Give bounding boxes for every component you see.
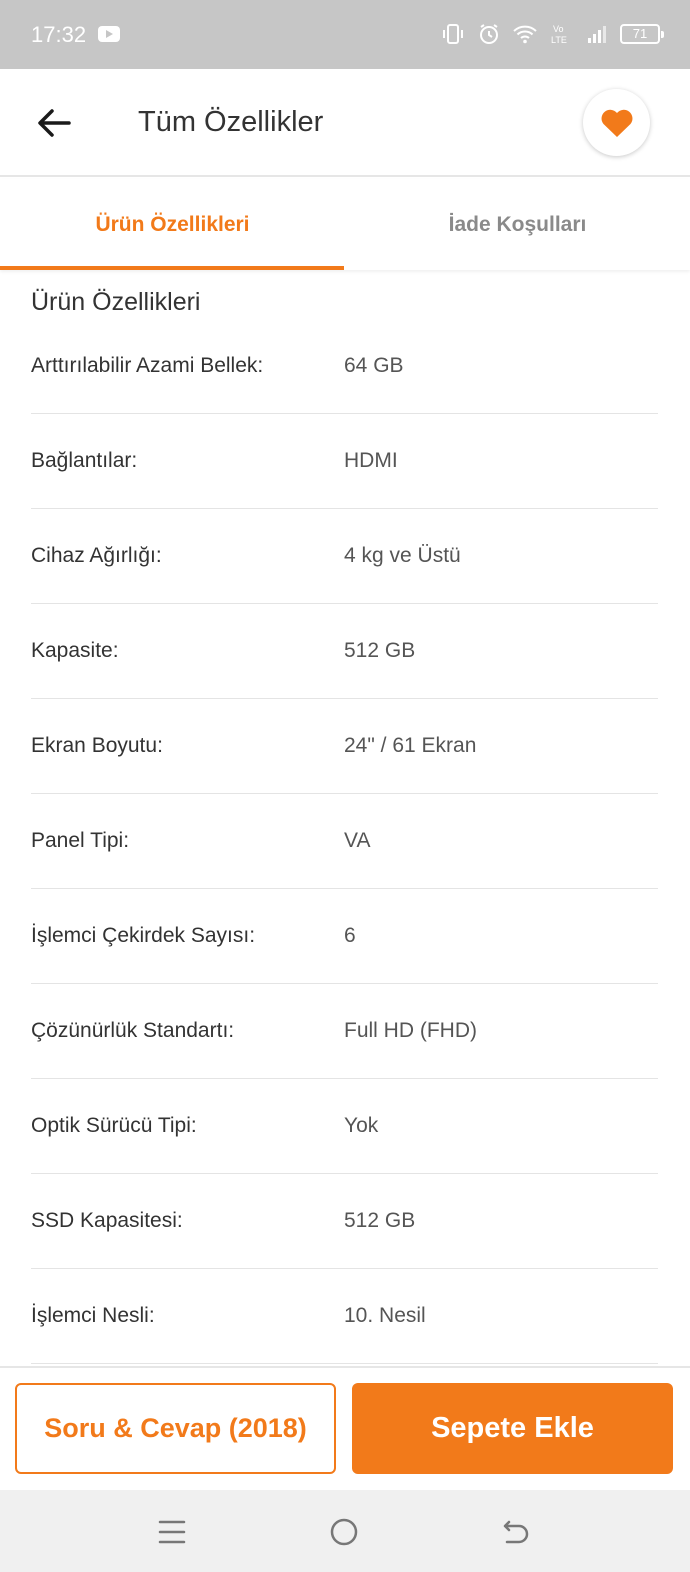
system-nav-bar	[0, 1490, 690, 1572]
spec-row: Çözünürlük Standartı: Full HD (FHD)	[31, 984, 658, 1079]
arrow-left-icon	[38, 109, 71, 137]
tab-product-features[interactable]: Ürün Özellikleri	[0, 179, 345, 270]
page-title: Tüm Özellikler	[138, 106, 324, 138]
spec-row: Arttırılabilir Azami Bellek: 64 GB	[31, 319, 658, 414]
status-bar: 17:32 Vo LTE 71	[0, 0, 690, 69]
signal-icon	[584, 20, 610, 48]
spec-value: Yok	[344, 1114, 379, 1137]
heart-icon	[601, 109, 632, 137]
spec-row: Optik Sürücü Tipi: Yok	[31, 1079, 658, 1174]
spec-value: 10. Nesil	[344, 1304, 426, 1327]
status-icons: Vo LTE 71	[440, 20, 664, 48]
bottom-action-bar: Soru & Cevap (2018) Sepete Ekle	[0, 1366, 690, 1490]
spec-row: İşlemci Çekirdek Sayısı: 6	[31, 889, 658, 984]
spec-row: Ekran Boyutu: 24" / 61 Ekran	[31, 699, 658, 794]
svg-text:Vo: Vo	[553, 24, 564, 34]
spec-row: Panel Tipi: VA	[31, 794, 658, 889]
spec-row: Cihaz Ağırlığı: 4 kg ve Üstü	[31, 509, 658, 604]
spec-label: İşlemci Nesli:	[31, 1304, 155, 1327]
add-to-cart-button[interactable]: Sepete Ekle	[352, 1383, 673, 1474]
spec-label: Çözünürlük Standartı:	[31, 1019, 235, 1042]
spec-label: İşlemci Çekirdek Sayısı:	[31, 924, 256, 947]
spec-value: VA	[344, 829, 371, 852]
spec-label: Cihaz Ağırlığı:	[31, 544, 162, 567]
wifi-icon	[512, 20, 538, 48]
spec-value: 6	[344, 924, 356, 947]
spec-value: 24" / 61 Ekran	[344, 734, 477, 757]
spec-value: 4 kg ve Üstü	[344, 544, 461, 567]
spec-row: Bağlantılar: HDMI	[31, 414, 658, 509]
home-icon[interactable]	[324, 1512, 364, 1552]
back-button[interactable]	[30, 99, 78, 147]
spec-label: SSD Kapasitesi:	[31, 1209, 183, 1232]
back-icon[interactable]	[496, 1512, 536, 1552]
tab-bar: Ürün Özellikleri İade Koşulları	[0, 179, 690, 270]
tab-return-conditions[interactable]: İade Koşulları	[345, 179, 690, 270]
vibrate-icon	[440, 20, 466, 48]
spec-value: Full HD (FHD)	[344, 1019, 477, 1042]
spec-row: İşlemci Nesli: 10. Nesil	[31, 1269, 658, 1364]
youtube-icon	[98, 26, 120, 42]
volte-icon: Vo LTE	[548, 20, 574, 48]
spec-label: Panel Tipi:	[31, 829, 130, 852]
spec-row: SSD Kapasitesi: 512 GB	[31, 1174, 658, 1269]
spec-value: HDMI	[344, 449, 398, 472]
alarm-icon	[476, 20, 502, 48]
spec-label: Optik Sürücü Tipi:	[31, 1114, 197, 1137]
spec-label: Arttırılabilir Azami Bellek:	[31, 354, 264, 377]
spec-list: Arttırılabilir Azami Bellek: 64 GB Bağla…	[31, 319, 658, 1364]
qa-button[interactable]: Soru & Cevap (2018)	[15, 1383, 336, 1474]
spec-value: 512 GB	[344, 1209, 416, 1232]
spec-value: 64 GB	[344, 354, 404, 377]
favorite-button[interactable]	[583, 89, 650, 156]
spec-label: Kapasite:	[31, 639, 119, 662]
svg-text:LTE: LTE	[551, 35, 567, 45]
menu-icon[interactable]	[152, 1512, 192, 1552]
spec-label: Bağlantılar:	[31, 449, 138, 472]
status-time: 17:32	[31, 22, 87, 47]
spec-row: Kapasite: 512 GB	[31, 604, 658, 699]
app-bar: Tüm Özellikler	[0, 69, 690, 177]
spec-label: Ekran Boyutu:	[31, 734, 163, 757]
spec-content[interactable]: Ürün Özellikleri Arttırılabilir Azami Be…	[0, 270, 690, 1366]
battery-icon: 71	[620, 24, 664, 44]
section-title: Ürün Özellikleri	[31, 288, 201, 316]
spec-value: 512 GB	[344, 639, 416, 662]
